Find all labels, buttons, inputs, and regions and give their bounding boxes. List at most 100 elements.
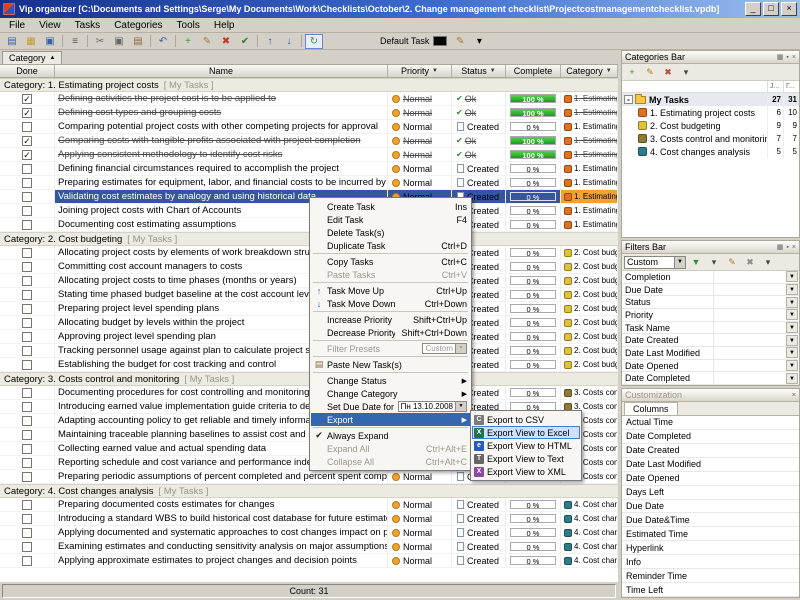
filter-row-date-last-modified[interactable]: Date Last Modified▼ — [622, 347, 799, 360]
filter-value-dropdown-icon[interactable]: ▼ — [786, 360, 798, 371]
paste-icon[interactable]: ▤ — [129, 34, 147, 49]
task-checkbox[interactable] — [22, 360, 32, 370]
menu-view[interactable]: View — [32, 19, 68, 32]
menu-categories[interactable]: Categories — [107, 19, 169, 32]
panel-grid-icon[interactable]: ▦ — [777, 53, 784, 61]
menu-item-export[interactable]: Export▶ — [311, 413, 470, 426]
menu-item-paste-tasks[interactable]: Paste TasksCtrl+V — [311, 268, 470, 281]
move-task-down-icon[interactable]: ↓ — [280, 34, 298, 49]
column-item-info[interactable]: Info — [622, 555, 799, 569]
print-icon[interactable]: ≡ — [66, 34, 84, 49]
menu-item-edit-task[interactable]: Edit TaskF4 — [311, 213, 470, 226]
filter-row-date-created[interactable]: Date Created▼ — [622, 334, 799, 347]
new-category-icon[interactable]: + — [624, 65, 640, 79]
tree-item-2-cost-budgeting[interactable]: 2. Cost budgeting99 — [622, 119, 799, 132]
menu-item-increase-priority[interactable]: Increase PriorityShift+Ctrl+Up — [311, 313, 470, 326]
task-checkbox[interactable] — [22, 556, 32, 566]
filter-value-dropdown-icon[interactable]: ▼ — [786, 271, 798, 282]
category-group-row[interactable]: Category: 1. Estimating project costs[ M… — [0, 78, 618, 92]
menu-item-filter-presets[interactable]: Filter PresetsCustom▼ — [311, 342, 470, 355]
task-row[interactable]: Applying documented and systematic appro… — [0, 526, 618, 540]
task-checkbox[interactable] — [22, 416, 32, 426]
filter-dropdown-icon[interactable]: ▼ — [606, 68, 612, 74]
complete-task-icon[interactable]: ✔ — [236, 34, 254, 49]
menu-item-collapse-all[interactable]: Collapse AllCtrl+Alt+C — [311, 455, 470, 468]
task-checkbox[interactable] — [22, 220, 32, 230]
column-item-estimated-time[interactable]: Estimated Time — [622, 527, 799, 541]
copy-icon[interactable]: ▣ — [110, 34, 128, 49]
task-checkbox[interactable]: ✓ — [22, 94, 32, 104]
edit-filter-icon[interactable]: ✎ — [724, 255, 740, 269]
filter-value-dropdown-icon[interactable]: ▼ — [786, 322, 798, 333]
filter-row-priority[interactable]: Priority▼ — [622, 309, 799, 322]
menu-item-task-move-down[interactable]: ↓Task Move DownCtrl+Down — [311, 297, 470, 310]
task-row[interactable]: Preparing estimates for equipment, labor… — [0, 176, 618, 190]
task-row[interactable]: ✓Comparing costs with tangible profits a… — [0, 134, 618, 148]
panel-close-icon[interactable]: × — [792, 392, 796, 399]
edit-default-task-icon[interactable]: ✎ — [451, 34, 469, 49]
save-icon[interactable]: ▣ — [41, 34, 59, 49]
task-checkbox[interactable] — [22, 500, 32, 510]
tab-columns[interactable]: Columns — [624, 402, 678, 415]
default-task-dropdown-icon[interactable]: ▾ — [470, 34, 488, 49]
task-row[interactable]: Defining financial circumstances require… — [0, 162, 618, 176]
task-checkbox[interactable] — [22, 192, 32, 202]
task-checkbox[interactable] — [22, 402, 32, 412]
column-item-date-created[interactable]: Date Created — [622, 444, 799, 458]
filters-more-icon[interactable]: ▾ — [760, 255, 776, 269]
task-checkbox[interactable] — [22, 318, 32, 328]
column-header-category[interactable]: Category▼ — [561, 65, 618, 77]
task-checkbox[interactable] — [22, 304, 32, 314]
filter-icon[interactable]: ▼ — [688, 255, 704, 269]
menu-item-duplicate-task[interactable]: Duplicate TaskCtrl+D — [311, 239, 470, 252]
task-checkbox[interactable] — [22, 430, 32, 440]
column-header-done[interactable]: Done — [0, 65, 55, 77]
task-row[interactable]: ✓Defining activities the project cost is… — [0, 92, 618, 106]
clear-filter-icon[interactable]: ✖ — [742, 255, 758, 269]
menu-item-expand-all[interactable]: Expand AllCtrl+Alt+E — [311, 442, 470, 455]
cut-icon[interactable]: ✂ — [91, 34, 109, 49]
column-header-complete[interactable]: Complete — [506, 65, 561, 77]
edit-category-icon[interactable]: ✎ — [642, 65, 658, 79]
tree-item-my-tasks[interactable]: -My Tasks2731 — [622, 93, 799, 106]
submenu-item-export-view-to-html[interactable]: eExport View to HTML — [472, 439, 580, 452]
task-checkbox[interactable] — [22, 528, 32, 538]
filter-value-dropdown-icon[interactable]: ▼ — [786, 297, 798, 308]
column-header-name[interactable]: Name — [55, 65, 388, 77]
menu-item-task-move-up[interactable]: ↑Task Move UpCtrl+Up — [311, 284, 470, 297]
task-checkbox[interactable]: ✓ — [22, 136, 32, 146]
task-checkbox[interactable] — [22, 262, 32, 272]
categories-more-icon[interactable]: ▾ — [678, 65, 694, 79]
refresh-icon[interactable]: ↻ — [305, 34, 323, 49]
task-checkbox[interactable] — [22, 276, 32, 286]
column-header-priority[interactable]: Priority▼ — [388, 65, 452, 77]
task-checkbox[interactable] — [22, 388, 32, 398]
menu-help[interactable]: Help — [207, 19, 242, 32]
menu-file[interactable]: File — [2, 19, 32, 32]
tree-item-4-cost-changes-analysis[interactable]: 4. Cost changes analysis55 — [622, 145, 799, 158]
submenu-item-export-view-to-excel[interactable]: XExport View to Excel — [472, 426, 580, 439]
task-row[interactable]: Preparing documented costs estimates for… — [0, 498, 618, 512]
move-task-up-icon[interactable]: ↑ — [261, 34, 279, 49]
task-checkbox[interactable] — [22, 164, 32, 174]
menu-item-change-status[interactable]: Change Status▶ — [311, 374, 470, 387]
filter-row-status[interactable]: Status▼ — [622, 296, 799, 309]
submenu-item-export-view-to-xml[interactable]: XExport View to XML — [472, 465, 580, 478]
menu-item-create-task[interactable]: Create TaskIns — [311, 200, 470, 213]
filter-value-dropdown-icon[interactable]: ▼ — [786, 373, 798, 384]
panel-grid-icon[interactable]: ▦ — [777, 243, 784, 251]
panel-close-icon[interactable]: × — [792, 54, 796, 61]
task-row[interactable]: ✓Defining cost types and grouping costsN… — [0, 106, 618, 120]
filter-dropdown-icon[interactable]: ▼ — [490, 68, 496, 74]
task-checkbox[interactable] — [22, 472, 32, 482]
filter-value-dropdown-icon[interactable]: ▼ — [786, 284, 798, 295]
column-item-reminder-time[interactable]: Reminder Time — [622, 569, 799, 583]
tree-expander-icon[interactable]: - — [624, 95, 633, 104]
filter-row-due-date[interactable]: Due Date▼ — [622, 284, 799, 297]
menu-item-copy-tasks[interactable]: Copy TasksCtrl+C — [311, 255, 470, 268]
combo-arrow-icon[interactable]: ▼ — [455, 344, 466, 353]
panel-pin-icon[interactable]: ▪ — [786, 244, 788, 251]
filter-value-dropdown-icon[interactable]: ▼ — [786, 309, 798, 320]
menu-combo-filter-presets[interactable]: Custom▼ — [422, 343, 467, 354]
menu-item-paste-new-task-s[interactable]: ▤Paste New Task(s) — [311, 358, 470, 371]
